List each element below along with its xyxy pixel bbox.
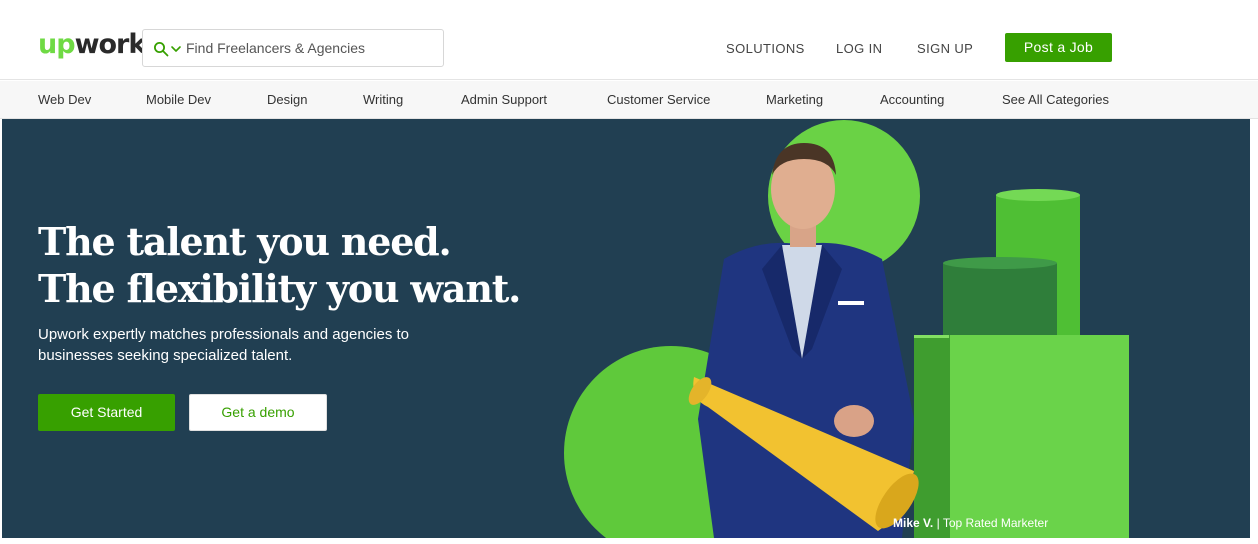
category-design[interactable]: Design	[267, 92, 307, 107]
category-customer-service[interactable]: Customer Service	[607, 92, 710, 107]
upwork-logo[interactable]: upwork	[38, 29, 147, 60]
category-accounting[interactable]: Accounting	[880, 92, 944, 107]
caption-name: Mike V.	[893, 516, 934, 530]
headline-line-2: The flexibility you want.	[38, 266, 521, 311]
chevron-down-icon[interactable]	[170, 43, 182, 55]
search-box[interactable]	[142, 29, 444, 67]
category-see-all[interactable]: See All Categories	[1002, 92, 1109, 107]
nav-login[interactable]: LOG IN	[836, 41, 882, 56]
category-writing[interactable]: Writing	[363, 92, 403, 107]
green-cube-front	[949, 335, 1129, 538]
hero-subtext: Upwork expertly matches professionals an…	[38, 326, 410, 364]
get-demo-button[interactable]: Get a demo	[189, 394, 327, 431]
caption-separator: |	[936, 516, 940, 530]
logo-up-text: up	[38, 29, 76, 60]
site-header: upwork SOLUTIONS LOG IN SIGN UP Post a J…	[0, 0, 1258, 80]
nav-signup[interactable]: SIGN UP	[917, 41, 973, 56]
search-input[interactable]	[186, 31, 436, 65]
category-nav: Web Dev Mobile Dev Design Writing Admin …	[0, 81, 1258, 119]
category-mobile-dev[interactable]: Mobile Dev	[146, 92, 211, 107]
hero-caption: Mike V. | Top Rated Marketer	[893, 516, 1048, 530]
category-marketing[interactable]: Marketing	[766, 92, 823, 107]
category-admin-support[interactable]: Admin Support	[461, 92, 547, 107]
hero-headline: The talent you need. The flexibility you…	[38, 218, 521, 312]
page-margin-bottom	[0, 538, 1258, 544]
caption-title: Top Rated Marketer	[942, 516, 1049, 530]
page-margin-right	[1250, 119, 1258, 544]
nav-solutions[interactable]: SOLUTIONS	[726, 41, 805, 56]
get-started-button[interactable]: Get Started	[38, 394, 175, 431]
search-icon[interactable]	[153, 41, 169, 57]
post-job-button[interactable]: Post a Job	[1005, 33, 1112, 62]
green-cube-side	[914, 335, 950, 538]
logo-work-text: work	[74, 29, 147, 60]
hero-section: The talent you need. The flexibility you…	[2, 119, 1250, 538]
category-web-dev[interactable]: Web Dev	[38, 92, 91, 107]
headline-line-1: The talent you need.	[38, 219, 452, 264]
